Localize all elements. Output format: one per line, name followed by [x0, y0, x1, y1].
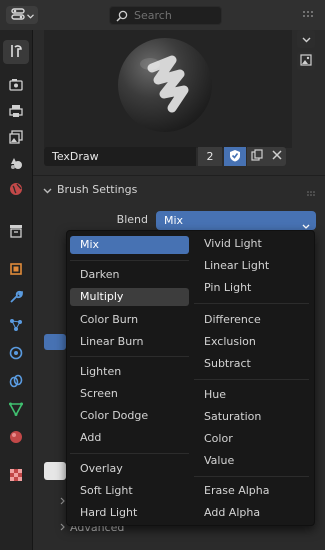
duplicate-icon: [251, 149, 263, 164]
blend-value: Mix: [164, 214, 184, 227]
menu-item-multiply[interactable]: Multiply: [70, 288, 189, 306]
constraints-icon: [9, 374, 23, 391]
properties-editor-icon: [10, 7, 25, 23]
menu-item-color-burn[interactable]: Color Burn: [70, 311, 189, 329]
menu-divider: [194, 476, 309, 477]
tab-texture[interactable]: [3, 464, 29, 488]
tab-collection[interactable]: [3, 220, 29, 244]
blend-dropdown[interactable]: Mix: [156, 211, 316, 230]
image-icon: [300, 53, 312, 69]
mesh-data-icon: [8, 402, 24, 419]
menu-item-linear-light[interactable]: Linear Light: [194, 257, 309, 275]
menu-item-overlay[interactable]: Overlay: [70, 460, 189, 478]
tab-data[interactable]: [3, 398, 29, 422]
chevron-down-icon: [43, 184, 52, 197]
menu-divider: [70, 260, 189, 261]
chevron-right-icon: [60, 523, 66, 534]
brush-preview-sphere: [118, 38, 212, 132]
blend-mode-menu: Mix Darken Multiply Color Burn Linear Bu…: [66, 230, 315, 526]
tab-object[interactable]: [3, 258, 29, 282]
menu-divider: [194, 303, 309, 304]
menu-item-subtract[interactable]: Subtract: [194, 355, 309, 373]
tab-render[interactable]: [3, 74, 29, 98]
search-placeholder: Search: [134, 9, 172, 22]
menu-item-mix[interactable]: Mix: [70, 236, 189, 254]
menu-item-value[interactable]: Value: [194, 452, 309, 470]
tab-physics[interactable]: [3, 342, 29, 366]
close-icon: [271, 150, 282, 163]
properties-tabs-sidebar: [0, 30, 33, 550]
menu-item-saturation[interactable]: Saturation: [194, 408, 309, 426]
fake-user-button[interactable]: [224, 147, 246, 166]
menu-item-add[interactable]: Add: [70, 429, 189, 447]
menu-divider: [70, 356, 189, 357]
render-camera-icon: [9, 78, 23, 95]
tool-icon: [9, 44, 23, 61]
menu-divider: [70, 453, 189, 454]
chevron-down-icon: [26, 9, 34, 22]
printer-icon: [9, 104, 23, 121]
menu-item-color-dodge[interactable]: Color Dodge: [70, 407, 189, 425]
search-input[interactable]: Search: [109, 6, 222, 25]
tab-world[interactable]: [3, 178, 29, 202]
image-layers-icon: [9, 129, 23, 147]
brush-settings-panel-header[interactable]: Brush Settings: [33, 180, 325, 200]
chevron-down-icon: [302, 33, 311, 46]
tab-output[interactable]: [3, 100, 29, 124]
menu-item-linear-burn[interactable]: Linear Burn: [70, 333, 189, 351]
tab-constraints[interactable]: [3, 370, 29, 394]
new-brush-button[interactable]: [247, 147, 267, 166]
menu-item-exclusion[interactable]: Exclusion: [194, 333, 309, 351]
brush-name-field[interactable]: TexDraw: [44, 147, 196, 166]
menu-item-soft-light[interactable]: Soft Light: [70, 482, 189, 500]
menu-item-add-alpha[interactable]: Add Alpha: [194, 504, 309, 522]
material-sphere-icon: [9, 430, 23, 447]
wrench-icon: [9, 290, 23, 307]
menu-item-pin-light[interactable]: Pin Light: [194, 279, 309, 297]
editor-type-button[interactable]: [6, 6, 38, 24]
menu-item-screen[interactable]: Screen: [70, 385, 189, 403]
collection-box-icon: [9, 224, 23, 241]
particles-icon: [9, 318, 23, 335]
tab-tool[interactable]: [3, 40, 29, 64]
scene-icon: [9, 156, 23, 173]
blend-label: Blend: [116, 213, 148, 226]
tab-particles[interactable]: [3, 314, 29, 338]
world-icon: [9, 182, 23, 199]
color-swatch[interactable]: [44, 462, 66, 480]
shield-check-icon: [229, 149, 241, 165]
preview-expand-button[interactable]: [297, 30, 315, 48]
menu-item-erase-alpha[interactable]: Erase Alpha: [194, 482, 309, 500]
menu-item-lighten[interactable]: Lighten: [70, 363, 189, 381]
tab-view-layer[interactable]: [3, 126, 29, 150]
menu-item-vivid-light[interactable]: Vivid Light: [194, 235, 309, 253]
section-title: Brush Settings: [57, 183, 138, 196]
object-icon: [9, 262, 23, 279]
menu-divider: [194, 379, 309, 380]
texture-checker-icon: [9, 468, 23, 485]
menu-item-hue[interactable]: Hue: [194, 386, 309, 404]
menu-item-difference[interactable]: Difference: [194, 311, 309, 329]
brush-users-count[interactable]: 2: [198, 147, 222, 166]
unlink-brush-button[interactable]: [267, 147, 286, 166]
physics-icon: [9, 346, 23, 363]
menu-item-color[interactable]: Color: [194, 430, 309, 448]
menu-item-darken[interactable]: Darken: [70, 266, 189, 284]
brush-scribble-icon: [140, 55, 189, 113]
menu-item-hard-light[interactable]: Hard Light: [70, 504, 189, 522]
options-menu-icon[interactable]: [300, 9, 318, 21]
tab-material[interactable]: [3, 426, 29, 450]
tab-scene[interactable]: [3, 152, 29, 176]
brush-image-button[interactable]: [297, 52, 315, 70]
divider: [33, 175, 325, 176]
tab-modifiers[interactable]: [3, 286, 29, 310]
drag-handle-icon[interactable]: [307, 187, 317, 196]
search-icon: [116, 10, 128, 27]
hidden-toggle-button[interactable]: [44, 334, 66, 350]
